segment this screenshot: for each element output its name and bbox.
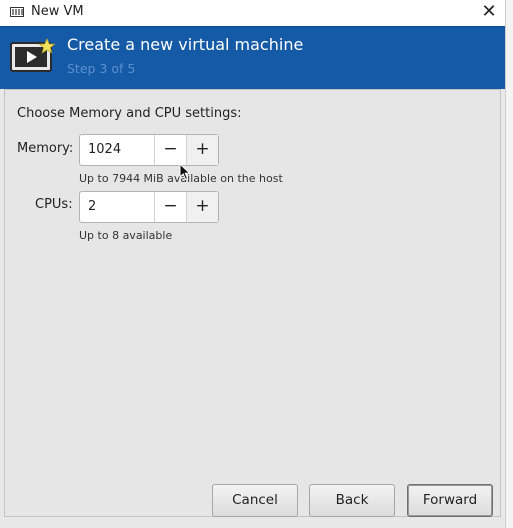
- header-banner: Create a new virtual machine Step 3 of 5: [0, 26, 505, 89]
- memory-label: Memory:: [17, 141, 74, 156]
- memory-increment-button[interactable]: +: [186, 135, 218, 165]
- window-edge: [505, 0, 513, 528]
- close-icon: ✕: [481, 1, 497, 22]
- memory-decrement-button[interactable]: −: [154, 135, 186, 165]
- mouse-cursor-icon: [179, 163, 191, 181]
- memory-input[interactable]: 1024: [80, 135, 154, 165]
- forward-button[interactable]: Forward: [407, 484, 493, 517]
- cpus-hint: Up to 8 available: [79, 229, 173, 242]
- back-button[interactable]: Back: [309, 484, 395, 517]
- cpus-input[interactable]: 2: [80, 192, 154, 222]
- cpus-label: CPUs:: [35, 197, 73, 212]
- new-vm-dialog: New VM ✕ Create a new virtual machine St…: [0, 0, 505, 528]
- plus-icon: +: [195, 196, 210, 216]
- cpus-increment-button[interactable]: +: [186, 192, 218, 222]
- cpus-decrement-button[interactable]: −: [154, 192, 186, 222]
- wizard-step: Step 3 of 5: [67, 61, 136, 76]
- section-heading: Choose Memory and CPU settings:: [17, 106, 242, 121]
- plus-icon: +: [195, 139, 210, 159]
- close-button[interactable]: ✕: [478, 1, 500, 23]
- wizard-title: Create a new virtual machine: [67, 35, 304, 54]
- memory-spinbutton: 1024 − +: [79, 134, 219, 166]
- minus-icon: −: [163, 196, 178, 216]
- cpus-spinbutton: 2 − +: [79, 191, 219, 223]
- title-bar: New VM ✕: [0, 0, 505, 26]
- window-title: New VM: [31, 4, 84, 19]
- cancel-button[interactable]: Cancel: [212, 484, 298, 517]
- minus-icon: −: [163, 139, 178, 159]
- app-icon: [10, 7, 24, 17]
- vm-new-icon: [10, 38, 56, 72]
